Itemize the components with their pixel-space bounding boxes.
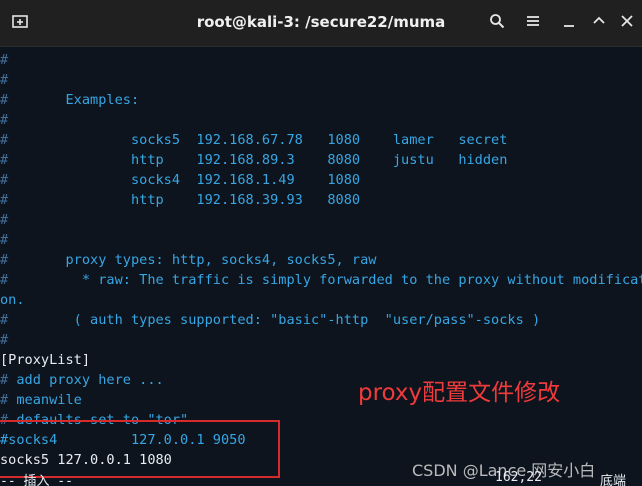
- terminal-line: on.: [0, 292, 25, 308]
- maximize-icon[interactable]: [590, 13, 608, 34]
- terminal-line: # meanwile: [0, 392, 82, 408]
- vim-mode-indicator: -- 插入 --: [0, 474, 73, 486]
- terminal-viewport[interactable]: # # # Examples: # # socks5 192.168.67.78 108…: [0, 47, 642, 486]
- terminal-line: #: [0, 52, 9, 68]
- terminal-line: #: [0, 112, 9, 128]
- terminal-line: # http 192.168.89.3 8080 justu hidden: [0, 152, 508, 168]
- terminal-line: [ProxyList]: [0, 352, 91, 368]
- hamburger-menu-icon[interactable]: [523, 13, 543, 34]
- scroll-percent: 底端: [600, 474, 627, 486]
- terminal-line: # http 192.168.39.93 8080: [0, 192, 361, 208]
- cursor-position: 162,22: [495, 470, 542, 485]
- close-icon[interactable]: [618, 13, 636, 34]
- title-bar: root@kali-3: /secure22/muma: [0, 0, 642, 47]
- terminal-line: # socks4 192.168.1.49 1080: [0, 172, 361, 188]
- terminal-line: # ( auth types supported: "basic"-http "…: [0, 312, 541, 328]
- terminal-line: #: [0, 332, 9, 348]
- terminal-line: # proxy types: http, socks4, socks5, raw: [0, 252, 377, 268]
- terminal-line: #: [0, 232, 9, 248]
- terminal-line: # add proxy here ...: [0, 372, 164, 388]
- terminal-line: # socks5 192.168.67.78 1080 lamer secret: [0, 132, 508, 148]
- terminal-line: # Examples:: [0, 92, 140, 108]
- vim-status-line: -- 插入 -- 162,22 底端: [0, 470, 642, 486]
- terminal-line: # * raw: The traffic is simply forwarded…: [0, 272, 642, 288]
- annotation-label: proxy配置文件修改: [358, 380, 561, 406]
- minimize-icon[interactable]: [560, 13, 578, 34]
- terminal-line: #: [0, 212, 9, 228]
- window-title: root@kali-3: /secure22/muma: [196, 13, 446, 31]
- search-icon[interactable]: [487, 13, 507, 34]
- terminal-line: #: [0, 72, 9, 88]
